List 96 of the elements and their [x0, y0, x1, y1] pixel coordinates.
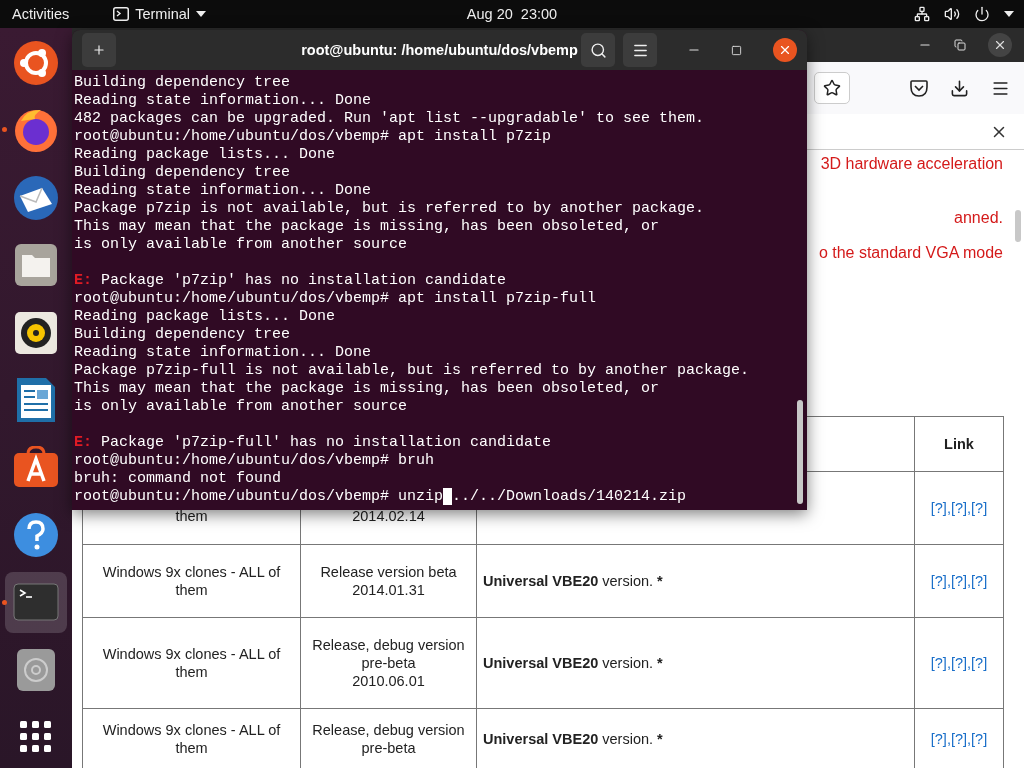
app-grid-icon	[20, 721, 52, 754]
activities-button[interactable]: Activities	[12, 6, 70, 22]
terminal-line: 482 packages can be upgraded. Run 'apt list --upgradable' to see them.	[74, 110, 706, 128]
caret-icon[interactable]	[1004, 11, 1014, 17]
column-header: Link	[914, 416, 1004, 472]
terminal-line: Package p7zip is not available, but is referred to by another package.	[74, 200, 706, 218]
table-cell-text: Release, debug version pre-beta	[312, 721, 465, 756]
warning-text: o the standard VGA mode	[818, 243, 1003, 263]
terminal-line: Building dependency tree	[74, 164, 292, 182]
text-cursor	[443, 488, 453, 505]
link[interactable]: [?]	[971, 730, 988, 747]
folder-icon	[14, 243, 58, 288]
terminal-line: This may mean that the package is missing, has been obsoleted, or	[74, 380, 661, 398]
link[interactable]: [?]	[930, 500, 947, 516]
window-title: root@ubuntu: /home/ubuntu/dos/vbemp	[301, 42, 578, 58]
speaker-icon	[14, 310, 58, 355]
pocket-icon[interactable]	[910, 79, 928, 97]
close-button[interactable]	[773, 38, 797, 62]
terminal-line: Reading package lists... Done	[74, 308, 337, 326]
link[interactable]: [?]	[971, 573, 988, 589]
table-cell-text: Windows 9x clones - ALL of them	[102, 646, 281, 680]
scrollbar-thumb[interactable]	[797, 400, 803, 504]
maximize-icon[interactable]	[730, 44, 742, 56]
search-icon	[589, 41, 607, 59]
shopping-bag-icon	[13, 446, 59, 489]
terminal-line: Reading state information... Done	[74, 344, 373, 362]
clock[interactable]: Aug 20 23:00	[466, 6, 558, 22]
plus-icon	[92, 43, 106, 57]
separator-text: ,	[967, 500, 972, 516]
link[interactable]: [?]	[930, 655, 947, 671]
link[interactable]: [?]	[930, 730, 947, 747]
logo-icon	[13, 39, 59, 86]
link[interactable]: [?]	[971, 500, 988, 516]
table-cell-text: Universal VBE20 version. *	[483, 573, 663, 589]
terminal-line: Reading state information... Done	[74, 92, 373, 110]
link[interactable]: [?]	[950, 655, 968, 671]
terminal-line: Building dependency tree	[74, 74, 292, 92]
terminal-line: root@ubuntu:/home/ubuntu/dos/vbemp# unzip	[74, 488, 444, 505]
bookmark-button[interactable]	[814, 72, 850, 104]
link[interactable]: [?]	[971, 655, 988, 671]
volume-icon[interactable]	[944, 6, 960, 22]
separator-text: ,	[967, 573, 972, 589]
download-icon[interactable]	[950, 78, 969, 98]
close-icon	[778, 43, 792, 57]
table-cell-text: Universal VBE20 version. *	[483, 655, 663, 671]
restore-icon[interactable]	[954, 39, 966, 51]
table-cell-text: Universal VBE20 version. *	[483, 730, 663, 747]
table-cell-text: 2014.02.14	[352, 508, 425, 524]
link[interactable]: [?]	[950, 500, 968, 516]
terminal-line: is only available from another source	[74, 398, 409, 416]
menu-button[interactable]	[623, 33, 657, 67]
search-button[interactable]	[581, 33, 615, 67]
table-cell-text: Windows 9x clones - ALL of them	[102, 721, 281, 756]
separator-text: ,	[946, 730, 951, 747]
close-icon	[993, 38, 1007, 52]
separator-text: ,	[967, 655, 972, 671]
terminal-line: Building dependency tree	[74, 326, 292, 344]
terminal-line: root@ubuntu:/home/ubuntu/dos/vbemp# apt install p7zip	[74, 128, 553, 146]
terminal-icon	[113, 7, 130, 21]
table-cell-text: Release, debug version pre-beta 2010.06.01	[312, 637, 465, 689]
star-icon	[823, 79, 841, 97]
close-button[interactable]	[988, 33, 1012, 57]
table-cell-text: Release version beta 2014.01.31	[320, 564, 457, 598]
terminal-line: root@ubuntu:/home/ubuntu/dos/vbemp# apt install p7zip-full	[74, 290, 598, 308]
new-tab-button[interactable]	[82, 33, 116, 67]
separator-text: ,	[946, 500, 951, 516]
terminal-line: is only available from another source	[74, 236, 409, 254]
help-icon	[13, 511, 59, 558]
terminal-line: Package p7zip-full is not available, but is referred to by another package.	[74, 362, 751, 380]
terminal-line: E: Package 'p7zip' has no installation candidate	[74, 272, 508, 290]
terminal-line: Reading package lists... Done	[74, 146, 337, 164]
terminal-line: ../../Downloads/140214.zip	[452, 488, 687, 505]
terminal-line: root@ubuntu:/home/ubuntu/dos/vbemp# bruh	[74, 452, 436, 470]
terminal-line: This may mean that the package is missing, has been obsoleted, or	[74, 218, 661, 236]
scrollbar-thumb[interactable]	[1015, 210, 1021, 242]
warning-text: 3D hardware acceleration	[820, 154, 1003, 174]
terminal-line: bruh: command not found	[74, 470, 283, 488]
browser-icon	[13, 107, 59, 154]
terminal-icon	[13, 583, 59, 622]
caret-icon	[196, 11, 206, 17]
terminal-line: E: Package 'p7zip-full' has no installation candidate	[74, 434, 553, 452]
link[interactable]: [?]	[950, 730, 968, 747]
mail-icon	[12, 173, 60, 222]
separator-text: ,	[946, 573, 951, 589]
document-icon	[16, 377, 56, 423]
link[interactable]: [?]	[950, 573, 968, 589]
network-icon[interactable]	[914, 6, 930, 22]
warning-text: anned.	[954, 208, 1003, 228]
power-icon[interactable]	[974, 6, 990, 22]
separator-text: ,	[946, 655, 951, 671]
app-menu[interactable]: Terminal	[113, 6, 206, 22]
table-cell-text: them	[175, 508, 208, 524]
terminal-line: Reading state information... Done	[74, 182, 373, 200]
link[interactable]: [?]	[930, 573, 947, 589]
table-cell-text: Windows 9x clones - ALL of them	[102, 564, 281, 598]
separator-text: ,	[967, 730, 972, 747]
